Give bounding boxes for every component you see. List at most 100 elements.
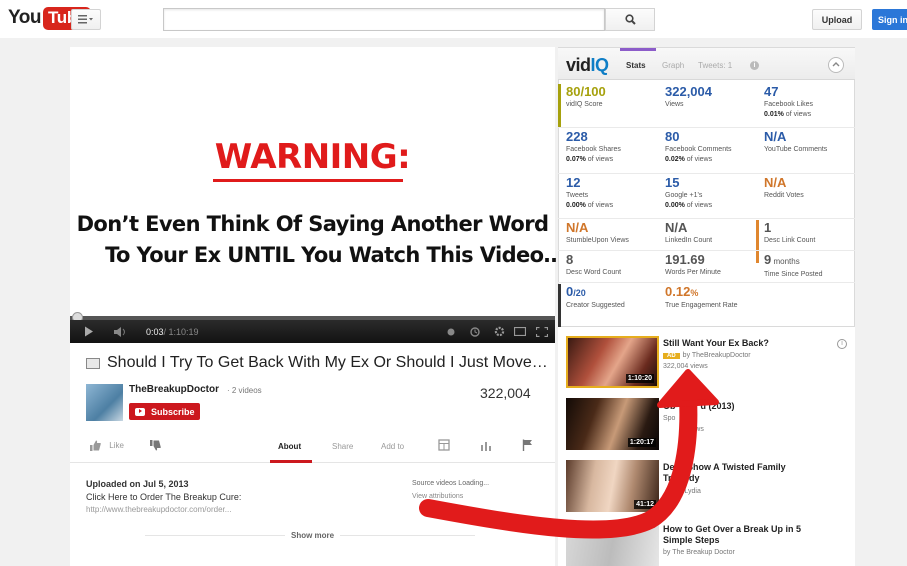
- tab-about[interactable]: About: [278, 442, 301, 451]
- sign-in-button[interactable]: Sign in: [872, 9, 907, 30]
- annotations-icon: [447, 328, 455, 335]
- stat-label: Facebook Comments: [665, 146, 732, 153]
- vidiq-tab-graph[interactable]: Graph: [662, 61, 684, 70]
- related-thumbnail[interactable]: [566, 522, 659, 566]
- play-button[interactable]: [84, 320, 94, 343]
- like-button[interactable]: Like: [90, 440, 124, 451]
- vidiq-tab-stats[interactable]: Stats: [626, 61, 646, 70]
- vidiq-logo-vid: vid: [566, 55, 591, 75]
- stat-label: Desc Link Count: [764, 237, 816, 244]
- related-views: views: [663, 426, 704, 433]
- tab-share[interactable]: Share: [332, 442, 353, 451]
- vidiq-collapse-button[interactable]: [828, 57, 844, 73]
- view-count: 322,004: [480, 385, 531, 401]
- stat-percent-suffix: of views: [585, 156, 614, 163]
- stat-value: 0/20: [566, 284, 655, 301]
- search-input[interactable]: [163, 8, 605, 31]
- stat-value: 12: [566, 175, 581, 190]
- fullscreen-button[interactable]: [536, 320, 548, 343]
- related-title[interactable]: Ob d (2013): [663, 401, 735, 412]
- related-title-line-2[interactable]: Simple Steps: [663, 535, 720, 546]
- video-player[interactable]: WARNING: Don’t Even Think Of Saying Anot…: [70, 47, 565, 343]
- upload-button[interactable]: Upload: [812, 9, 862, 30]
- stat-time-since-posted: 9 months Time Since Posted: [756, 252, 853, 295]
- headline-line-2: To Your Ex UNTIL You Watch This Video…: [105, 243, 564, 267]
- annotations-button[interactable]: [446, 320, 456, 343]
- stat-reddit-votes: N/A Reddit Votes: [756, 175, 853, 218]
- stat-row-divider: [558, 127, 855, 128]
- transcript-icon: [438, 439, 450, 451]
- related-views: 322,004 views: [663, 363, 708, 370]
- stat-value: N/A: [764, 129, 787, 144]
- stat-unit: months: [771, 257, 800, 266]
- stat-vidiq-score: 80/100 vidIQ Score: [558, 84, 655, 127]
- related-title[interactable]: Still Want Your Ex Back?: [663, 338, 769, 349]
- video-duration: 1:20:17: [627, 438, 656, 447]
- stat-label: Views: [665, 101, 684, 108]
- stat-value: 1: [764, 220, 772, 235]
- vidiq-info-icon[interactable]: i: [750, 61, 759, 70]
- time-display: 0:03 / 1:10:19: [146, 320, 199, 343]
- channel-video-count[interactable]: · 2 videos: [227, 386, 262, 395]
- ad-info-icon[interactable]: i: [837, 339, 847, 349]
- stat-label: Reddit Votes: [764, 192, 804, 199]
- current-time: 0:03: [146, 326, 164, 337]
- stat-unit: %: [690, 288, 699, 298]
- theater-mode-button[interactable]: [514, 320, 526, 343]
- channel-avatar[interactable]: [86, 384, 123, 421]
- stat-facebook-shares: 228 Facebook Shares 0.07% of views: [558, 129, 655, 172]
- stat-value: N/A: [566, 220, 589, 235]
- guide-menu-button[interactable]: [71, 9, 101, 30]
- source-videos-text: Source videos Loading...: [412, 480, 490, 487]
- stat-value: 15: [665, 175, 680, 190]
- watch-later-button[interactable]: [470, 320, 480, 343]
- related-thumbnail[interactable]: 1:20:17: [566, 398, 659, 450]
- related-title-line-2[interactable]: Tr dy: [663, 473, 700, 484]
- description-link[interactable]: http://www.thebreakupdoctor.com/order...: [86, 505, 231, 514]
- related-thumbnail[interactable]: 1:10:20: [566, 336, 659, 388]
- stat-value: 80/100: [566, 84, 606, 99]
- stat-facebook-comments: 80 Facebook Comments 0.02% of views: [657, 129, 754, 172]
- stat-google-plus: 15 Google +1's 0.00% of views: [657, 175, 754, 218]
- tab-add-to[interactable]: Add to: [381, 442, 404, 451]
- vidiq-logo: vidIQ: [566, 55, 609, 76]
- about-tab-indicator: [270, 460, 312, 463]
- stat-label: Words Per Minute: [665, 269, 721, 276]
- stat-percent-value: 0.01%: [764, 111, 784, 118]
- stat-percent-suffix: of views: [585, 202, 614, 209]
- stat-facebook-likes: 47 Facebook Likes 0.01% of views: [756, 84, 853, 127]
- dislike-button[interactable]: [150, 440, 161, 453]
- related-title[interactable]: De Show A Twisted Family: [663, 462, 786, 473]
- player-controls: 0:03 / 1:10:19: [70, 320, 555, 343]
- subscribe-button[interactable]: Subscribe: [129, 403, 200, 420]
- vidiq-tab-tweets[interactable]: Tweets: 1: [698, 61, 732, 70]
- video-duration: 1:10:20: [625, 374, 654, 383]
- transcript-button[interactable]: [438, 439, 450, 453]
- related-title[interactable]: How to Get Over a Break Up in 5: [663, 524, 801, 535]
- stat-true-engagement-rate: 0.12% True Engagement Rate: [657, 284, 754, 327]
- channel-name-link[interactable]: TheBreakupDoctor: [129, 384, 219, 395]
- stat-value: N/A: [764, 175, 787, 190]
- stat-value: 8: [566, 252, 574, 267]
- attributions-link[interactable]: View attributions: [412, 493, 463, 500]
- stat-percent-suffix: of views: [783, 111, 812, 118]
- show-more-button[interactable]: Show more: [285, 531, 341, 540]
- settings-button[interactable]: [494, 320, 505, 343]
- search-button[interactable]: [605, 8, 655, 31]
- report-button[interactable]: [522, 439, 533, 453]
- stat-percent-value: 0.07%: [566, 156, 586, 163]
- related-channel: Spo: [663, 415, 676, 422]
- stat-views: 322,004 Views: [657, 84, 754, 127]
- stat-percent-value: 0.00%: [665, 202, 685, 209]
- volume-button[interactable]: [114, 320, 128, 343]
- stat-label: True Engagement Rate: [665, 302, 738, 309]
- statistics-button[interactable]: [480, 440, 492, 453]
- stat-label: vidIQ Score: [566, 101, 603, 108]
- thumbs-up-icon: [90, 440, 101, 451]
- stat-percent-value: 0.00%: [566, 202, 586, 209]
- stat-value: 228: [566, 129, 588, 144]
- fullscreen-icon: [536, 326, 548, 337]
- stat-row-divider: [558, 173, 855, 174]
- video-title: Should I Try To Get Back With My Ex Or S…: [107, 354, 548, 371]
- related-thumbnail[interactable]: 41:12: [566, 460, 659, 512]
